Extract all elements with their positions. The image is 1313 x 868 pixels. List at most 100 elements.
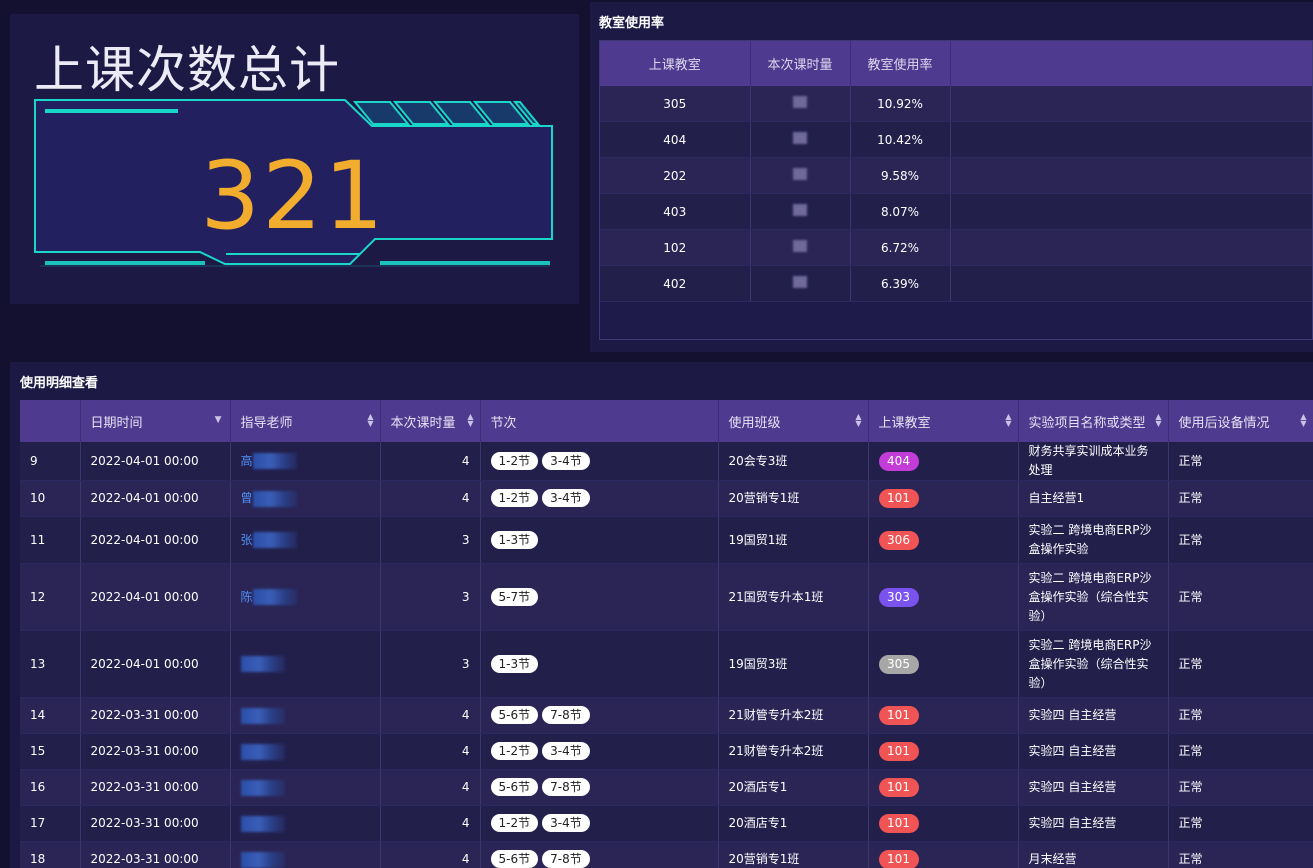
table-row[interactable]: 15 2022-03-31 00:00 4 1-2节 3-4节 21财管专升本2班 101 实…: [20, 733, 1313, 770]
table-row[interactable]: 11 2022-04-01 00:00 张 3 1-3节 19国贸1班 306 实验二 跨境电…: [20, 516, 1313, 564]
teacher-initial[interactable]: 张: [241, 533, 253, 547]
col-header-empty: [950, 41, 1312, 86]
table-row[interactable]: 102 6.72%: [600, 229, 1312, 266]
table-row[interactable]: 16 2022-03-31 00:00 4 5-6节 7-8节 20酒店专1 101 实验四 …: [20, 769, 1313, 806]
status-cell: 正常: [1168, 563, 1313, 631]
total-lessons-panel: 上课次数总计 321: [10, 14, 579, 304]
masked-name: [240, 656, 285, 672]
teacher-cell[interactable]: 曾: [230, 480, 381, 517]
project-cell: 自主经营1: [1018, 480, 1169, 517]
row-index: 12: [20, 563, 81, 631]
datetime-cell: 2022-03-31 00:00: [80, 841, 231, 868]
col-header-room[interactable]: 上课教室: [600, 41, 751, 86]
table-row[interactable]: 13 2022-04-01 00:00 3 1-3节 19国贸3班 305 实验二 跨境电商…: [20, 630, 1313, 698]
period-cell: 5-6节 7-8节: [480, 841, 719, 868]
sort-icon[interactable]: ▲ ▼: [1005, 413, 1011, 428]
class-cell: 20酒店专1: [718, 769, 869, 806]
table-row[interactable]: 18 2022-03-31 00:00 4 5-6节 7-8节 20营销专1班 101 月末经…: [20, 841, 1313, 868]
col-header-datetime[interactable]: 日期时间 ▼: [80, 400, 231, 442]
teacher-cell[interactable]: 张: [230, 516, 381, 564]
room-cell: 202: [600, 157, 751, 194]
classroom-usage-table[interactable]: 上课教室 本次课时量 教室使用率 305 10.92% 404 10.42% 2…: [599, 40, 1313, 340]
col-header-teacher[interactable]: 指导老师 ▲ ▼: [230, 400, 381, 442]
table-row[interactable]: 17 2022-03-31 00:00 4 1-2节 3-4节 20酒店专1 101 实验四 …: [20, 805, 1313, 842]
sort-icon[interactable]: ▲ ▼: [1155, 413, 1161, 428]
col-header-status[interactable]: 使用后设备情况 ▲ ▼: [1168, 400, 1313, 442]
col-header-hours[interactable]: 本次课时量: [750, 41, 851, 86]
period-tag: 1-2节: [490, 814, 539, 832]
room-cell: 101: [868, 805, 1019, 842]
period-tag: 1-3节: [490, 654, 539, 673]
col-header-class[interactable]: 使用班级 ▲ ▼: [718, 400, 869, 442]
table-row[interactable]: 404 10.42%: [600, 121, 1312, 158]
period-tag: 1-2节: [490, 451, 539, 470]
status-cell: 正常: [1168, 697, 1313, 734]
hours-cell-masked: [750, 193, 851, 230]
datetime-cell: 2022-04-01 00:00: [80, 516, 231, 564]
table-row[interactable]: 12 2022-04-01 00:00 陈 3 5-7节 21国贸专升本1班 303 实验二 …: [20, 563, 1313, 631]
table-row[interactable]: 402 6.39%: [600, 265, 1312, 302]
col-header-hours[interactable]: 本次课时量 ▲ ▼: [380, 400, 481, 442]
table-row[interactable]: 305 10.92%: [600, 86, 1312, 122]
hours-cell: 4: [380, 442, 481, 481]
sort-icon[interactable]: ▲ ▼: [855, 413, 861, 428]
class-cell: 21财管专升本2班: [718, 733, 869, 770]
row-index: 9: [20, 442, 81, 481]
datetime-cell: 2022-04-01 00:00: [80, 442, 231, 481]
room-cell: 101: [868, 697, 1019, 734]
table-row[interactable]: 202 9.58%: [600, 157, 1312, 194]
col-header-period[interactable]: 节次: [480, 400, 719, 442]
hours-cell: 4: [380, 480, 481, 517]
teacher-cell[interactable]: 高: [230, 442, 381, 481]
teacher-cell[interactable]: [230, 841, 381, 868]
datetime-cell: 2022-03-31 00:00: [80, 805, 231, 842]
hours-cell-masked: [750, 86, 851, 122]
teacher-initial[interactable]: 陈: [241, 590, 253, 604]
period-cell: 1-3节: [480, 516, 719, 564]
status-cell: 正常: [1168, 480, 1313, 517]
sort-icon[interactable]: ▲ ▼: [467, 413, 473, 428]
teacher-cell[interactable]: [230, 697, 381, 734]
hours-cell: 3: [380, 516, 481, 564]
table-row[interactable]: 14 2022-03-31 00:00 4 5-6节 7-8节 21财管专升本2班 101 实…: [20, 697, 1313, 734]
teacher-cell[interactable]: 陈: [230, 563, 381, 631]
rate-cell: 10.42%: [850, 121, 951, 158]
table-row[interactable]: 9 2022-04-01 00:00 高 4 1-2节 3-4节 20会专3班 404 财务共享…: [20, 442, 1313, 481]
usage-detail-table[interactable]: 日期时间 ▼ 指导老师 ▲ ▼ 本次课时量 ▲ ▼ 节次 使用班级 ▲ ▼ 上课教室 ▲ ▼ 实验…: [20, 400, 1313, 868]
hours-cell: 4: [380, 841, 481, 868]
period-tag: 5-7节: [490, 587, 539, 606]
period-tag: 3-4节: [542, 814, 590, 832]
detail-table-header: 日期时间 ▼ 指导老师 ▲ ▼ 本次课时量 ▲ ▼ 节次 使用班级 ▲ ▼ 上课教室 ▲ ▼ 实验…: [20, 400, 1313, 442]
row-index: 10: [20, 480, 81, 517]
teacher-cell[interactable]: [230, 805, 381, 842]
period-tag: 7-8节: [542, 778, 590, 796]
teacher-cell[interactable]: [230, 733, 381, 770]
room-badge: 101: [878, 814, 919, 833]
rate-cell: 6.72%: [850, 229, 951, 266]
row-index: 14: [20, 697, 81, 734]
teacher-initial[interactable]: 曾: [241, 491, 253, 505]
dropdown-caret-icon[interactable]: ▼: [215, 415, 222, 425]
col-header-rate[interactable]: 教室使用率: [850, 41, 951, 86]
sort-icon[interactable]: ▲ ▼: [367, 413, 373, 428]
rate-cell: 9.58%: [850, 157, 951, 194]
period-tag: 1-2节: [490, 489, 539, 507]
total-lessons-value: 321: [200, 142, 386, 251]
table-row[interactable]: 403 8.07%: [600, 193, 1312, 230]
table-row[interactable]: 10 2022-04-01 00:00 曾 4 1-2节 3-4节 20营销专1班 101 自主…: [20, 480, 1313, 517]
teacher-cell[interactable]: [230, 630, 381, 698]
col-header-project[interactable]: 实验项目名称或类型 ▲ ▼: [1018, 400, 1169, 442]
sort-icon[interactable]: ▲ ▼: [1300, 413, 1306, 428]
teacher-initial[interactable]: 高: [241, 454, 253, 468]
row-index: 11: [20, 516, 81, 564]
project-cell: 实验四 自主经营: [1018, 697, 1169, 734]
room-cell: 305: [868, 630, 1019, 698]
teacher-cell[interactable]: [230, 769, 381, 806]
datetime-cell: 2022-03-31 00:00: [80, 697, 231, 734]
hours-cell: 3: [380, 630, 481, 698]
room-cell: 101: [868, 733, 1019, 770]
usage-detail-title: 使用明细查看: [20, 376, 99, 391]
col-header-room[interactable]: 上课教室 ▲ ▼: [868, 400, 1019, 442]
status-cell: 正常: [1168, 630, 1313, 698]
datetime-cell: 2022-04-01 00:00: [80, 480, 231, 517]
